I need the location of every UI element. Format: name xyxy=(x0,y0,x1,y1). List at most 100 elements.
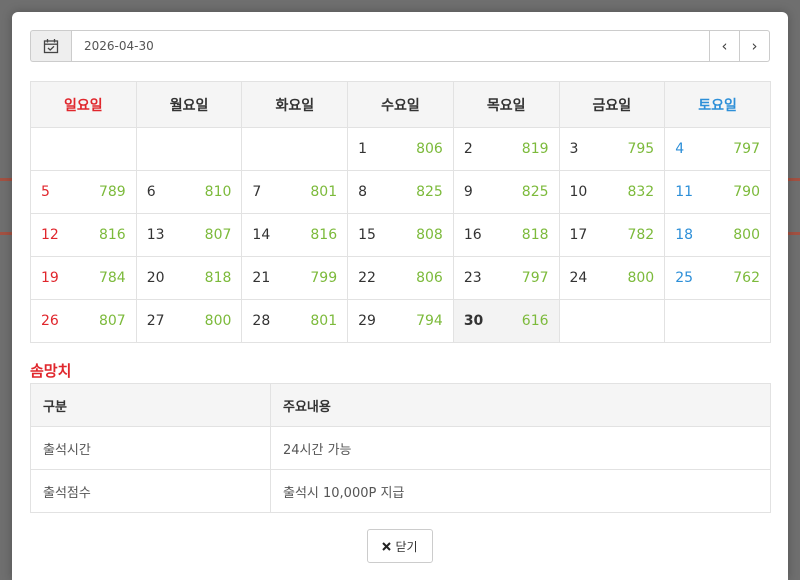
day-number: 22 xyxy=(358,270,376,286)
chevron-right-icon: › xyxy=(751,37,758,55)
day-points: 800 xyxy=(204,313,232,329)
calendar-day-cell[interactable]: 1 806 xyxy=(347,127,454,171)
day-points: 807 xyxy=(98,313,126,329)
info-header: 구분 xyxy=(30,383,271,427)
weekday-header: 수요일 xyxy=(347,81,454,128)
info-header-row: 구분 주요내용 xyxy=(30,383,771,427)
day-number: 7 xyxy=(252,184,262,200)
weekday-header: 목요일 xyxy=(452,81,560,128)
calendar-empty-cell xyxy=(135,127,243,171)
day-points: 795 xyxy=(627,141,655,157)
calendar-day-cell[interactable]: 15 808 xyxy=(347,213,454,257)
day-number: 14 xyxy=(252,227,271,243)
calendar-week-row: 5 789 6 810 7 801 8 825 9 825 10 832 11 790 xyxy=(30,170,771,214)
day-points: 816 xyxy=(98,227,126,243)
day-number: 20 xyxy=(146,270,165,286)
calendar-button[interactable] xyxy=(30,30,71,62)
close-button[interactable]: 닫기 xyxy=(367,529,433,563)
day-number: 3 xyxy=(569,141,579,157)
attendance-modal: ‹ › 일요일 월요일 화요일 수요일 목요일 금요일 토요일 18062819… xyxy=(12,12,788,580)
day-points: 800 xyxy=(627,270,655,286)
day-number: 30 xyxy=(463,313,484,329)
calendar-week-row: 1 806 2 819 3 795 4 797 xyxy=(30,127,771,171)
info-row: 출석점수 출석시 10,000P 지급 xyxy=(30,469,771,513)
day-number: 21 xyxy=(252,270,271,286)
chevron-left-icon: ‹ xyxy=(721,37,728,55)
day-points: 825 xyxy=(521,184,549,200)
day-points: 806 xyxy=(416,270,443,286)
calendar-icon xyxy=(43,39,59,54)
day-points: 819 xyxy=(521,141,549,157)
calendar-day-cell[interactable]: 29 794 xyxy=(347,299,454,343)
info-label: 출석점수 xyxy=(30,469,271,513)
calendar-day-cell[interactable]: 16 818 xyxy=(452,213,560,257)
day-number: 11 xyxy=(675,184,694,200)
close-icon xyxy=(382,541,392,551)
day-points: 816 xyxy=(310,227,338,243)
calendar-day-cell[interactable]: 30 616 xyxy=(452,299,560,343)
day-points: 810 xyxy=(204,184,232,200)
prev-month-button[interactable]: ‹ xyxy=(710,30,740,62)
calendar-day-cell[interactable]: 19 784 xyxy=(30,256,137,300)
calendar-day-cell[interactable]: 9 825 xyxy=(452,170,560,214)
calendar-day-cell[interactable]: 11 790 xyxy=(664,170,771,214)
calendar-day-cell[interactable]: 21 799 xyxy=(241,256,349,300)
calendar-day-cell[interactable]: 10 832 xyxy=(558,170,666,214)
calendar-day-cell[interactable]: 12 816 xyxy=(30,213,137,257)
calendar-day-cell[interactable]: 22 806 xyxy=(347,256,454,300)
calendar-day-cell[interactable]: 26 807 xyxy=(30,299,137,343)
day-points: 801 xyxy=(310,313,338,329)
info-header: 주요내용 xyxy=(270,383,771,427)
day-points: 818 xyxy=(204,270,232,286)
day-number: 4 xyxy=(675,141,685,157)
calendar-day-cell[interactable]: 8 825 xyxy=(347,170,454,214)
day-points: 616 xyxy=(521,313,549,329)
day-number: 26 xyxy=(41,313,59,329)
day-number: 5 xyxy=(41,184,50,200)
day-points: 825 xyxy=(416,184,443,200)
day-points: 800 xyxy=(733,227,760,243)
info-row: 출석시간 24시간 가능 xyxy=(30,426,771,470)
calendar-week-row: 19 784 20 818 21 799 22 806 23 797 24 800 25 762 xyxy=(30,256,771,300)
calendar-day-cell[interactable]: 17 782 xyxy=(558,213,666,257)
info-title: 솜망치 xyxy=(30,362,72,380)
calendar-day-cell[interactable]: 24 800 xyxy=(558,256,666,300)
day-number: 17 xyxy=(569,227,588,243)
calendar-day-cell[interactable]: 14 816 xyxy=(241,213,349,257)
day-number: 16 xyxy=(463,227,482,243)
weekday-header: 일요일 xyxy=(30,81,137,128)
day-points: 762 xyxy=(733,270,760,286)
day-number: 9 xyxy=(463,184,473,200)
calendar-day-cell[interactable]: 3 795 xyxy=(558,127,666,171)
day-points: 801 xyxy=(310,184,338,200)
weekday-header: 월요일 xyxy=(135,81,243,128)
day-number: 6 xyxy=(146,184,156,200)
calendar-day-cell[interactable]: 20 818 xyxy=(135,256,243,300)
day-number: 8 xyxy=(358,184,368,200)
calendar-day-cell[interactable]: 27 800 xyxy=(135,299,243,343)
day-points: 794 xyxy=(416,313,443,329)
date-picker: ‹ › xyxy=(30,30,770,62)
date-input[interactable] xyxy=(71,30,710,62)
day-number: 13 xyxy=(146,227,165,243)
day-points: 808 xyxy=(416,227,443,243)
calendar-day-cell[interactable]: 6 810 xyxy=(135,170,243,214)
day-points: 799 xyxy=(310,270,338,286)
calendar-day-cell[interactable]: 28 801 xyxy=(241,299,349,343)
calendar-day-cell[interactable]: 23 797 xyxy=(452,256,560,300)
calendar-day-cell[interactable]: 5 789 xyxy=(30,170,137,214)
day-points: 782 xyxy=(627,227,655,243)
day-number: 2 xyxy=(463,141,473,157)
day-number: 28 xyxy=(252,313,271,329)
calendar-day-cell[interactable]: 18 800 xyxy=(664,213,771,257)
calendar-day-cell[interactable]: 4 797 xyxy=(664,127,771,171)
calendar-day-cell[interactable]: 7 801 xyxy=(241,170,349,214)
day-points: 790 xyxy=(733,184,760,200)
calendar-day-cell[interactable]: 2 819 xyxy=(452,127,560,171)
day-number: 23 xyxy=(463,270,482,286)
calendar-day-cell[interactable]: 13 807 xyxy=(135,213,243,257)
day-number: 27 xyxy=(146,313,165,329)
calendar-day-cell[interactable]: 25 762 xyxy=(664,256,771,300)
weekday-header-row: 일요일 월요일 화요일 수요일 목요일 금요일 토요일 xyxy=(30,81,771,128)
next-month-button[interactable]: › xyxy=(740,30,770,62)
